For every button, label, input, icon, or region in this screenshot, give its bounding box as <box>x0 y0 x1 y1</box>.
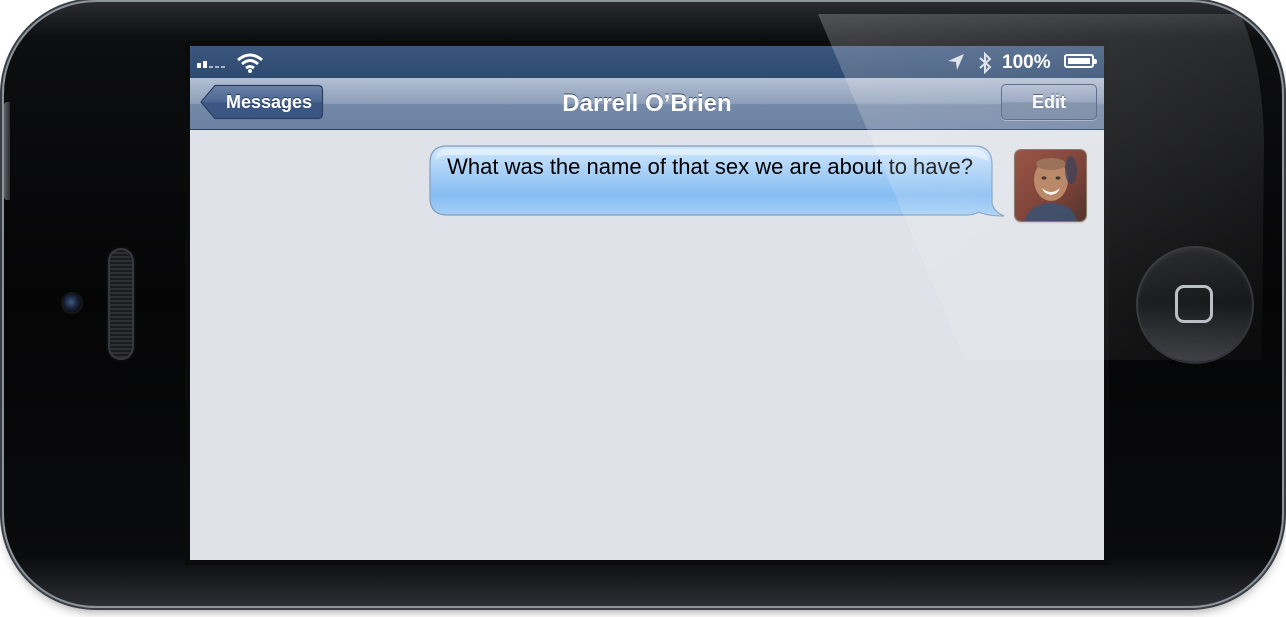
navigation-bar: Messages Darrell O’Brien Edit <box>190 78 1104 130</box>
edit-button[interactable]: Edit <box>1001 84 1097 120</box>
conversation-title: Darrell O’Brien <box>562 90 732 117</box>
avatar[interactable] <box>1015 150 1086 221</box>
battery-percentage: 100% <box>1002 52 1051 73</box>
message-text: What was the name of that sex we are abo… <box>447 154 973 179</box>
message-bubble[interactable]: What was the name of that sex we are abo… <box>429 145 1007 219</box>
back-button-label: Messages <box>225 92 313 112</box>
front-camera-icon <box>63 294 81 312</box>
home-button[interactable] <box>1138 248 1252 362</box>
home-button-icon <box>1175 285 1213 323</box>
battery-icon <box>1064 54 1097 68</box>
status-bar: 100% <box>190 46 1104 78</box>
message-list[interactable]: What was the name of that sex we are abo… <box>190 130 1104 560</box>
location-arrow-icon <box>948 54 964 70</box>
messages-back-button[interactable]: Messages <box>200 84 324 120</box>
wifi-icon <box>237 53 263 73</box>
screen: 100% Messages Darrell O’Brien Edit What … <box>190 46 1104 560</box>
bluetooth-icon <box>979 52 992 74</box>
earpiece-speaker-icon <box>108 248 134 360</box>
contact-photo <box>1015 150 1086 221</box>
cellular-signal-icon <box>197 61 225 68</box>
volume-button[interactable] <box>4 102 10 200</box>
